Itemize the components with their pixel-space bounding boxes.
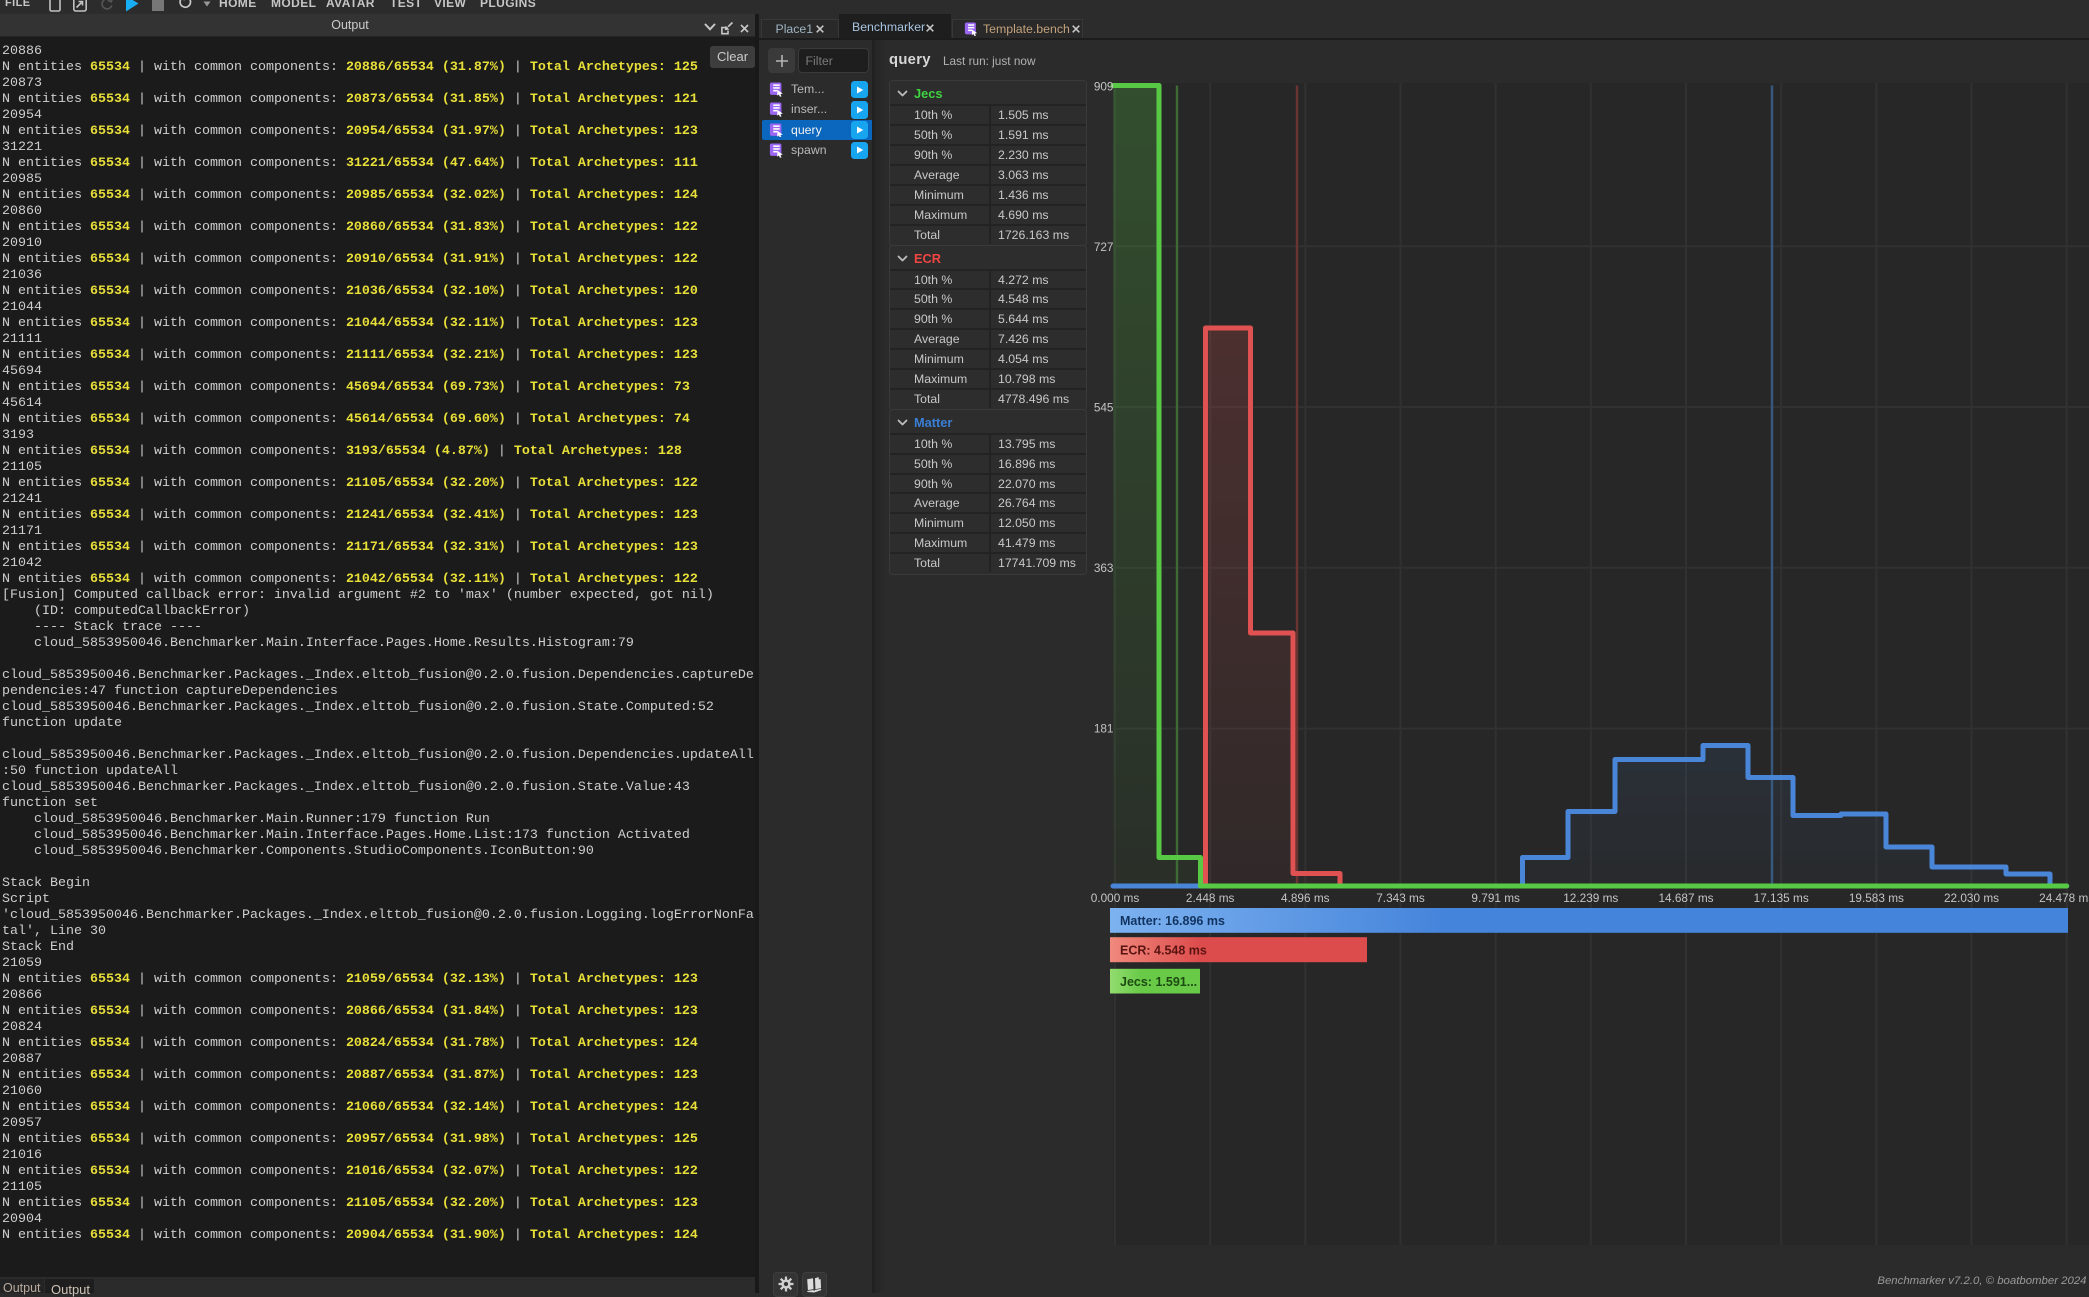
svg-text:ECR: 4.548 ms: ECR: 4.548 ms	[1120, 943, 1207, 957]
svg-text:2.448 ms: 2.448 ms	[1186, 891, 1235, 905]
svg-text:181: 181	[1094, 722, 1114, 736]
svg-text:17.135 ms: 17.135 ms	[1754, 891, 1809, 905]
svg-text:9.791 ms: 9.791 ms	[1471, 891, 1520, 905]
svg-text:Jecs: 1.591...: Jecs: 1.591...	[1120, 975, 1197, 989]
svg-text:545: 545	[1094, 401, 1114, 415]
svg-text:363: 363	[1094, 561, 1114, 575]
svg-text:7.343 ms: 7.343 ms	[1376, 891, 1425, 905]
svg-text:24.478 ms: 24.478 ms	[2039, 891, 2089, 905]
svg-text:12.239 ms: 12.239 ms	[1563, 891, 1618, 905]
svg-text:19.583 ms: 19.583 ms	[1849, 891, 1904, 905]
svg-text:Matter: 16.896 ms: Matter: 16.896 ms	[1120, 914, 1225, 928]
svg-text:22.030 ms: 22.030 ms	[1944, 891, 1999, 905]
svg-text:909: 909	[1094, 80, 1114, 94]
svg-text:0.000 ms: 0.000 ms	[1091, 891, 1140, 905]
svg-text:4.896 ms: 4.896 ms	[1281, 891, 1330, 905]
svg-text:727: 727	[1094, 240, 1114, 254]
svg-text:14.687 ms: 14.687 ms	[1658, 891, 1713, 905]
